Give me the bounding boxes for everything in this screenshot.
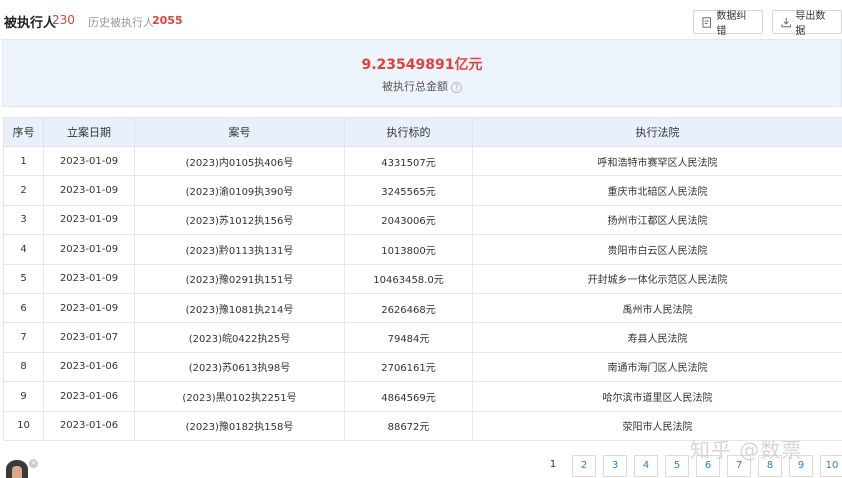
cell-court: 扬州市江都区人民法院 (472, 204, 842, 236)
cell-case-number: (2023)渝0109执390号 (134, 175, 345, 206)
page-button-1[interactable]: 1 (541, 455, 565, 477)
table-row: 5 2023-01-09 (2023)豫0291执151号 10463458.0元 开封… (3, 263, 842, 294)
column-header-case-number: 案号 (134, 117, 345, 147)
edit-doc-icon (702, 16, 711, 28)
cell-filing-date: 2023-01-09 (43, 145, 135, 177)
table-header-row: 序号 立案日期 案号 执行标的 执行法院 (3, 117, 842, 147)
cell-court: 寿县人民法院 (472, 322, 842, 353)
cell-amount: 79484元 (344, 322, 473, 353)
total-amount-panel: 9.23549891亿元 被执行总金额? (2, 39, 842, 107)
top-bar: 被执行人 230 历史被执行人 2055 › 数据纠错 导出数据 (0, 0, 842, 40)
page-button-10[interactable]: 10 (820, 455, 842, 477)
page-button-2[interactable]: 2 (572, 455, 596, 477)
cell-court: 重庆市北碚区人民法院 (472, 175, 842, 206)
column-header-filing-date: 立案日期 (43, 117, 135, 147)
cell-filing-date: 2023-01-07 (43, 322, 135, 353)
cell-amount: 10463458.0元 (344, 263, 473, 294)
total-amount-label-row: 被执行总金额? (3, 78, 841, 94)
cell-case-number: (2023)黔0113执131号 (134, 234, 345, 265)
cell-filing-date: 2023-01-09 (43, 292, 135, 324)
cell-filing-date: 2023-01-09 (43, 263, 135, 294)
table-row: 3 2023-01-09 (2023)苏1012执156号 2043006元 扬州市江都… (3, 204, 842, 236)
cell-case-number: (2023)豫0182执158号 (134, 410, 345, 441)
table-row: 8 2023-01-06 (2023)苏0613执98号 2706161元 南通市海门区… (3, 351, 842, 383)
page-button-3[interactable]: 3 (603, 455, 627, 477)
table-row: 7 2023-01-07 (2023)皖0422执25号 79484元 寿县人民法院 (3, 322, 842, 353)
page-title: 被执行人 (4, 16, 57, 31)
export-data-label: 导出数据 (795, 11, 826, 37)
cell-index: 5 (3, 263, 44, 294)
cell-court: 禹州市人民法院 (472, 292, 842, 324)
cell-index: 7 (3, 322, 44, 353)
avatar[interactable] (6, 460, 28, 478)
cell-court: 贵阳市白云区人民法院 (472, 234, 842, 265)
watermark: 知乎 @数票 (690, 438, 803, 462)
table-row: 2 2023-01-09 (2023)渝0109执390号 3245565元 重庆市北碚… (3, 175, 842, 206)
cell-court: 哈尔滨市道里区人民法院 (472, 381, 842, 412)
cell-index: 1 (3, 145, 44, 177)
cell-court: 南通市海门区人民法院 (472, 351, 842, 383)
cell-case-number: (2023)苏1012执156号 (134, 204, 345, 236)
cell-filing-date: 2023-01-09 (43, 175, 135, 206)
cell-case-number: (2023)内0105执406号 (134, 145, 345, 177)
cell-case-number: (2023)黑0102执2251号 (134, 381, 345, 412)
cell-index: 2 (3, 175, 44, 206)
cell-case-number: (2023)豫1081执214号 (134, 292, 345, 324)
cell-filing-date: 2023-01-06 (43, 381, 135, 412)
cell-index: 10 (3, 410, 44, 441)
cell-amount: 1013800元 (344, 234, 473, 265)
cell-index: 6 (3, 292, 44, 324)
table-row: 6 2023-01-09 (2023)豫1081执214号 2626468元 禹州市人民… (3, 292, 842, 324)
cell-case-number: (2023)苏0613执98号 (134, 351, 345, 383)
cell-amount: 4864569元 (344, 381, 473, 412)
table-row: 1 2023-01-09 (2023)内0105执406号 4331507元 呼和浩特市… (3, 145, 842, 177)
cell-amount: 2626468元 (344, 292, 473, 324)
page-button-4[interactable]: 4 (634, 455, 658, 477)
cell-amount: 88672元 (344, 410, 473, 441)
close-icon[interactable]: × (29, 459, 38, 468)
cell-amount: 2706161元 (344, 351, 473, 383)
column-header-amount: 执行标的 (344, 117, 473, 147)
total-amount-label: 被执行总金额 (382, 80, 448, 93)
cell-amount: 4331507元 (344, 145, 473, 177)
data-correction-button[interactable]: 数据纠错 (693, 10, 763, 37)
column-header-court: 执行法院 (472, 117, 842, 147)
table-row: 9 2023-01-06 (2023)黑0102执2251号 4864569元 哈尔滨市… (3, 381, 842, 412)
table-row: 4 2023-01-09 (2023)黔0113执131号 1013800元 贵阳市白云… (3, 234, 842, 265)
cell-index: 3 (3, 204, 44, 236)
total-amount: 9.23549891亿元 (361, 57, 483, 73)
cell-index: 9 (3, 381, 44, 412)
page-button-5[interactable]: 5 (665, 455, 689, 477)
export-data-button[interactable]: 导出数据 (772, 10, 842, 37)
history-executed-link[interactable]: 历史被执行人 (88, 14, 154, 30)
cell-case-number: (2023)豫0291执151号 (134, 263, 345, 294)
cell-index: 8 (3, 351, 44, 383)
cell-filing-date: 2023-01-09 (43, 234, 135, 265)
cell-court: 呼和浩特市赛罕区人民法院 (472, 145, 842, 177)
executed-cases-table: 序号 立案日期 案号 执行标的 执行法院 1 2023-01-09 (2023)内0… (3, 117, 842, 441)
help-icon[interactable]: ? (451, 81, 462, 93)
cell-index: 4 (3, 234, 44, 265)
cell-case-number: (2023)皖0422执25号 (134, 322, 345, 353)
cell-amount: 3245565元 (344, 175, 473, 206)
data-correction-label: 数据纠错 (716, 11, 747, 37)
column-header-index: 序号 (3, 117, 44, 147)
cell-court: 开封城乡一体化示范区人民法院 (472, 263, 842, 294)
executed-count: 230 (52, 13, 75, 27)
cell-amount: 2043006元 (344, 204, 473, 236)
chevron-right-icon[interactable]: › (176, 11, 181, 26)
cell-filing-date: 2023-01-06 (43, 351, 135, 383)
cell-filing-date: 2023-01-09 (43, 204, 135, 236)
cell-filing-date: 2023-01-06 (43, 410, 135, 441)
download-icon (781, 17, 791, 27)
